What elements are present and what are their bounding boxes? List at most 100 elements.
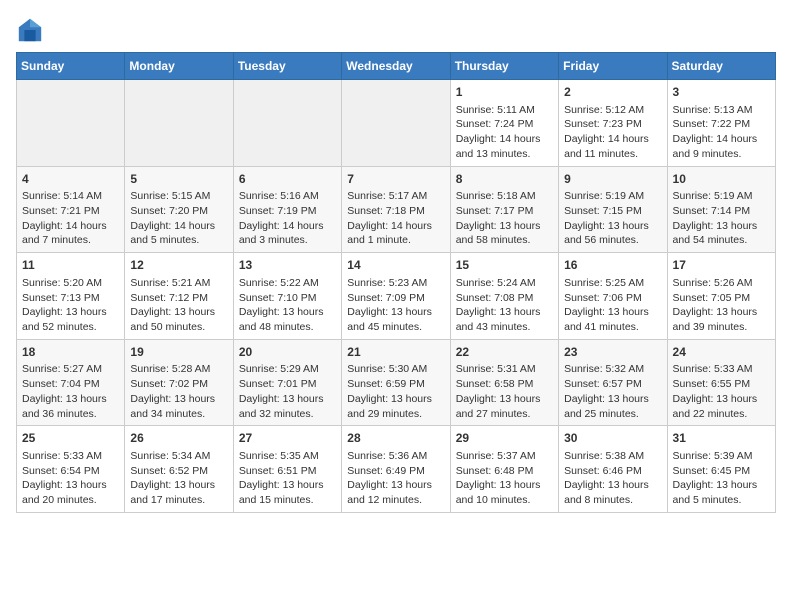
logo: [16, 16, 48, 44]
day-info: Sunrise: 5:25 AM Sunset: 7:06 PM Dayligh…: [564, 276, 661, 335]
day-info: Sunrise: 5:33 AM Sunset: 6:55 PM Dayligh…: [673, 362, 770, 421]
day-number: 6: [239, 171, 336, 188]
weekday-header: Friday: [559, 53, 667, 80]
calendar-week-row: 4Sunrise: 5:14 AM Sunset: 7:21 PM Daylig…: [17, 166, 776, 253]
day-info: Sunrise: 5:20 AM Sunset: 7:13 PM Dayligh…: [22, 276, 119, 335]
calendar-header: SundayMondayTuesdayWednesdayThursdayFrid…: [17, 53, 776, 80]
day-number: 30: [564, 430, 661, 447]
day-number: 22: [456, 344, 553, 361]
calendar-day-cell: 10Sunrise: 5:19 AM Sunset: 7:14 PM Dayli…: [667, 166, 775, 253]
day-number: 21: [347, 344, 444, 361]
calendar-day-cell: 30 Sunrise: 5:38 AM Sunset: 6:46 PM Dayli…: [559, 426, 667, 513]
day-info: Sunrise: 5:36 AM Sunset: 6:49 PM Dayligh…: [347, 449, 444, 508]
day-number: 16: [564, 257, 661, 274]
calendar-day-cell: 15 Sunrise: 5:24 AM Sunset: 7:08 PM Dayli…: [450, 253, 558, 340]
calendar-day-cell: 14 Sunrise: 5:23 AM Sunset: 7:09 PM Dayli…: [342, 253, 450, 340]
calendar-day-cell: 27Sunrise: 5:35 AM Sunset: 6:51 PM Dayli…: [233, 426, 341, 513]
calendar-week-row: 1 Sunrise: 5:11 AM Sunset: 7:24 PM Daylig…: [17, 80, 776, 167]
calendar-day-cell: 13 Sunrise: 5:22 AM Sunset: 7:10 PM Dayli…: [233, 253, 341, 340]
day-number: 11: [22, 257, 119, 274]
calendar-week-row: 18Sunrise: 5:27 AM Sunset: 7:04 PM Dayli…: [17, 339, 776, 426]
day-number: 20: [239, 344, 336, 361]
calendar-day-cell: 5Sunrise: 5:15 AM Sunset: 7:20 PM Daylig…: [125, 166, 233, 253]
day-info: Sunrise: 5:34 AM Sunset: 6:52 PM Dayligh…: [130, 449, 227, 508]
calendar-table: SundayMondayTuesdayWednesdayThursdayFrid…: [16, 52, 776, 513]
calendar-day-cell: 8Sunrise: 5:18 AM Sunset: 7:17 PM Daylig…: [450, 166, 558, 253]
day-number: 31: [673, 430, 770, 447]
day-number: 26: [130, 430, 227, 447]
day-number: 28: [347, 430, 444, 447]
calendar-day-cell: 19Sunrise: 5:28 AM Sunset: 7:02 PM Dayli…: [125, 339, 233, 426]
day-info: Sunrise: 5:29 AM Sunset: 7:01 PM Dayligh…: [239, 362, 336, 421]
logo-icon: [16, 16, 44, 44]
day-info: Sunrise: 5:37 AM Sunset: 6:48 PM Dayligh…: [456, 449, 553, 508]
day-number: 29: [456, 430, 553, 447]
day-number: 13: [239, 257, 336, 274]
calendar-day-cell: [342, 80, 450, 167]
day-number: 19: [130, 344, 227, 361]
day-number: 7: [347, 171, 444, 188]
calendar-day-cell: 25 Sunrise: 5:33 AM Sunset: 6:54 PM Dayli…: [17, 426, 125, 513]
day-info: Sunrise: 5:32 AM Sunset: 6:57 PM Dayligh…: [564, 362, 661, 421]
calendar-day-cell: 1 Sunrise: 5:11 AM Sunset: 7:24 PM Daylig…: [450, 80, 558, 167]
day-info: Sunrise: 5:38 AM Sunset: 6:46 PM Dayligh…: [564, 449, 661, 508]
calendar-day-cell: 11 Sunrise: 5:20 AM Sunset: 7:13 PM Dayli…: [17, 253, 125, 340]
calendar-day-cell: 17Sunrise: 5:26 AM Sunset: 7:05 PM Dayli…: [667, 253, 775, 340]
day-info: Sunrise: 5:35 AM Sunset: 6:51 PM Dayligh…: [239, 449, 336, 508]
weekday-header: Monday: [125, 53, 233, 80]
day-info: Sunrise: 5:30 AM Sunset: 6:59 PM Dayligh…: [347, 362, 444, 421]
calendar-day-cell: 4Sunrise: 5:14 AM Sunset: 7:21 PM Daylig…: [17, 166, 125, 253]
day-info: Sunrise: 5:19 AM Sunset: 7:15 PM Dayligh…: [564, 189, 661, 248]
day-number: 24: [673, 344, 770, 361]
calendar-day-cell: 2 Sunrise: 5:12 AM Sunset: 7:23 PM Daylig…: [559, 80, 667, 167]
day-info: Sunrise: 5:24 AM Sunset: 7:08 PM Dayligh…: [456, 276, 553, 335]
calendar-day-cell: 31 Sunrise: 5:39 AM Sunset: 6:45 PM Dayli…: [667, 426, 775, 513]
day-number: 18: [22, 344, 119, 361]
calendar-day-cell: 26 Sunrise: 5:34 AM Sunset: 6:52 PM Dayli…: [125, 426, 233, 513]
day-info: Sunrise: 5:17 AM Sunset: 7:18 PM Dayligh…: [347, 189, 444, 248]
day-number: 14: [347, 257, 444, 274]
calendar-week-row: 25 Sunrise: 5:33 AM Sunset: 6:54 PM Dayli…: [17, 426, 776, 513]
day-info: Sunrise: 5:28 AM Sunset: 7:02 PM Dayligh…: [130, 362, 227, 421]
calendar-day-cell: 3 Sunrise: 5:13 AM Sunset: 7:22 PM Daylig…: [667, 80, 775, 167]
day-info: Sunrise: 5:12 AM Sunset: 7:23 PM Dayligh…: [564, 103, 661, 162]
day-number: 17: [673, 257, 770, 274]
page-header: [16, 16, 776, 44]
weekday-header: Saturday: [667, 53, 775, 80]
day-info: Sunrise: 5:16 AM Sunset: 7:19 PM Dayligh…: [239, 189, 336, 248]
calendar-day-cell: 23Sunrise: 5:32 AM Sunset: 6:57 PM Dayli…: [559, 339, 667, 426]
calendar-day-cell: 29 Sunrise: 5:37 AM Sunset: 6:48 PM Dayli…: [450, 426, 558, 513]
day-number: 23: [564, 344, 661, 361]
day-info: Sunrise: 5:31 AM Sunset: 6:58 PM Dayligh…: [456, 362, 553, 421]
day-number: 9: [564, 171, 661, 188]
day-info: Sunrise: 5:21 AM Sunset: 7:12 PM Dayligh…: [130, 276, 227, 335]
calendar-day-cell: 7Sunrise: 5:17 AM Sunset: 7:18 PM Daylig…: [342, 166, 450, 253]
day-number: 25: [22, 430, 119, 447]
calendar-day-cell: 9Sunrise: 5:19 AM Sunset: 7:15 PM Daylig…: [559, 166, 667, 253]
calendar-day-cell: [233, 80, 341, 167]
calendar-body: 1 Sunrise: 5:11 AM Sunset: 7:24 PM Daylig…: [17, 80, 776, 513]
day-info: Sunrise: 5:22 AM Sunset: 7:10 PM Dayligh…: [239, 276, 336, 335]
day-number: 10: [673, 171, 770, 188]
day-number: 3: [673, 84, 770, 101]
day-number: 2: [564, 84, 661, 101]
day-number: 15: [456, 257, 553, 274]
day-number: 8: [456, 171, 553, 188]
day-info: Sunrise: 5:39 AM Sunset: 6:45 PM Dayligh…: [673, 449, 770, 508]
calendar-day-cell: 6Sunrise: 5:16 AM Sunset: 7:19 PM Daylig…: [233, 166, 341, 253]
day-info: Sunrise: 5:11 AM Sunset: 7:24 PM Dayligh…: [456, 103, 553, 162]
calendar-day-cell: 16 Sunrise: 5:25 AM Sunset: 7:06 PM Dayli…: [559, 253, 667, 340]
calendar-week-row: 11 Sunrise: 5:20 AM Sunset: 7:13 PM Dayli…: [17, 253, 776, 340]
day-info: Sunrise: 5:13 AM Sunset: 7:22 PM Dayligh…: [673, 103, 770, 162]
day-info: Sunrise: 5:15 AM Sunset: 7:20 PM Dayligh…: [130, 189, 227, 248]
calendar-day-cell: [125, 80, 233, 167]
calendar-day-cell: 12 Sunrise: 5:21 AM Sunset: 7:12 PM Dayli…: [125, 253, 233, 340]
day-info: Sunrise: 5:19 AM Sunset: 7:14 PM Dayligh…: [673, 189, 770, 248]
day-number: 1: [456, 84, 553, 101]
weekday-header: Wednesday: [342, 53, 450, 80]
day-info: Sunrise: 5:33 AM Sunset: 6:54 PM Dayligh…: [22, 449, 119, 508]
calendar-day-cell: 18Sunrise: 5:27 AM Sunset: 7:04 PM Dayli…: [17, 339, 125, 426]
calendar-day-cell: 20Sunrise: 5:29 AM Sunset: 7:01 PM Dayli…: [233, 339, 341, 426]
day-info: Sunrise: 5:23 AM Sunset: 7:09 PM Dayligh…: [347, 276, 444, 335]
day-number: 12: [130, 257, 227, 274]
